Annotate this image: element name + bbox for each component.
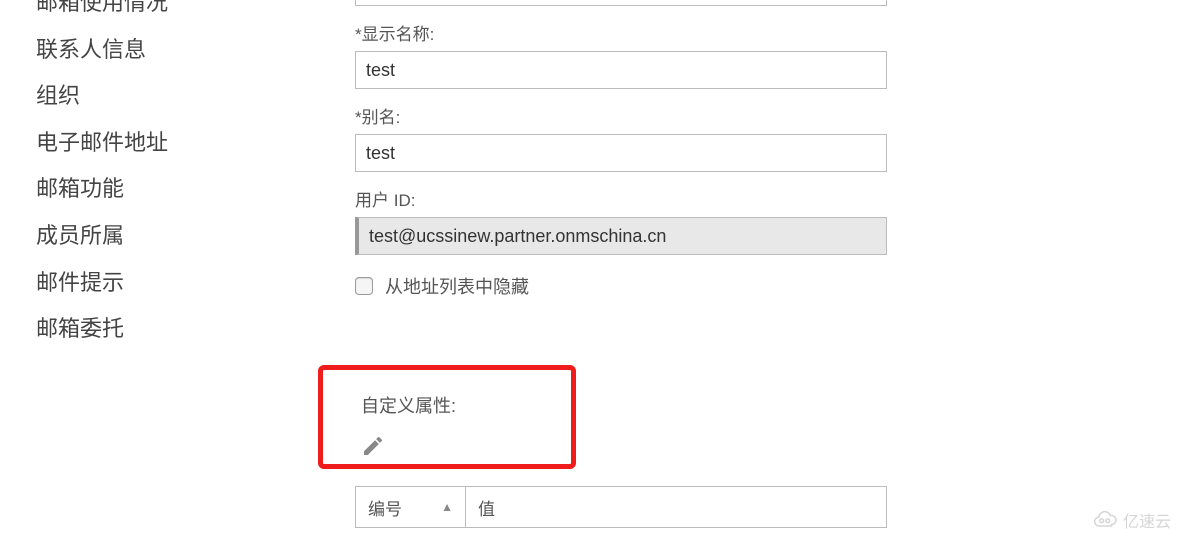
user-id-label: 用户 ID: xyxy=(355,186,895,211)
cloud-icon xyxy=(1089,509,1119,531)
sidebar-item-mailbox-usage[interactable]: 邮箱使用情况 xyxy=(36,0,246,27)
alias-input[interactable] xyxy=(355,134,887,172)
hide-from-address-list-row: 从地址列表中隐藏 xyxy=(355,273,895,299)
sidebar-item-contact-info[interactable]: 联系人信息 xyxy=(36,27,246,74)
display-name-input[interactable] xyxy=(355,51,887,89)
custom-attributes-table: 编号 ▲ 值 xyxy=(355,486,887,528)
sidebar-item-mail-tips[interactable]: 邮件提示 xyxy=(36,260,246,307)
sidebar: 邮箱使用情况 联系人信息 组织 电子邮件地址 邮箱功能 成员所属 邮件提示 邮箱… xyxy=(36,0,246,353)
custom-attributes-label: 自定义属性: xyxy=(361,392,541,418)
hide-from-address-list-checkbox[interactable] xyxy=(355,277,373,295)
custom-attributes-section: 自定义属性: xyxy=(318,365,576,469)
sidebar-item-mailbox-delegation[interactable]: 邮箱委托 xyxy=(36,306,246,353)
table-header-value[interactable]: 值 xyxy=(466,487,886,527)
display-name-label: *显示名称: xyxy=(355,20,895,45)
sidebar-item-member-of[interactable]: 成员所属 xyxy=(36,213,246,260)
sidebar-item-organization[interactable]: 组织 xyxy=(36,73,246,120)
table-header-value-label: 值 xyxy=(478,495,495,520)
pencil-icon[interactable] xyxy=(361,434,385,458)
alias-label: *别名: xyxy=(355,103,895,128)
sort-ascending-icon: ▲ xyxy=(441,500,453,514)
watermark: 亿速云 xyxy=(1089,508,1171,532)
user-id-input xyxy=(355,217,887,255)
main-form: *显示名称: *别名: 用户 ID: 从地址列表中隐藏 xyxy=(355,0,895,299)
table-header-number[interactable]: 编号 ▲ xyxy=(356,487,466,527)
sidebar-item-mailbox-features[interactable]: 邮箱功能 xyxy=(36,166,246,213)
hide-from-address-list-label: 从地址列表中隐藏 xyxy=(385,273,529,299)
watermark-text: 亿速云 xyxy=(1123,508,1171,532)
sidebar-item-email-address[interactable]: 电子邮件地址 xyxy=(36,120,246,167)
name-input-partial[interactable] xyxy=(355,0,887,6)
table-header-number-label: 编号 xyxy=(368,495,402,520)
